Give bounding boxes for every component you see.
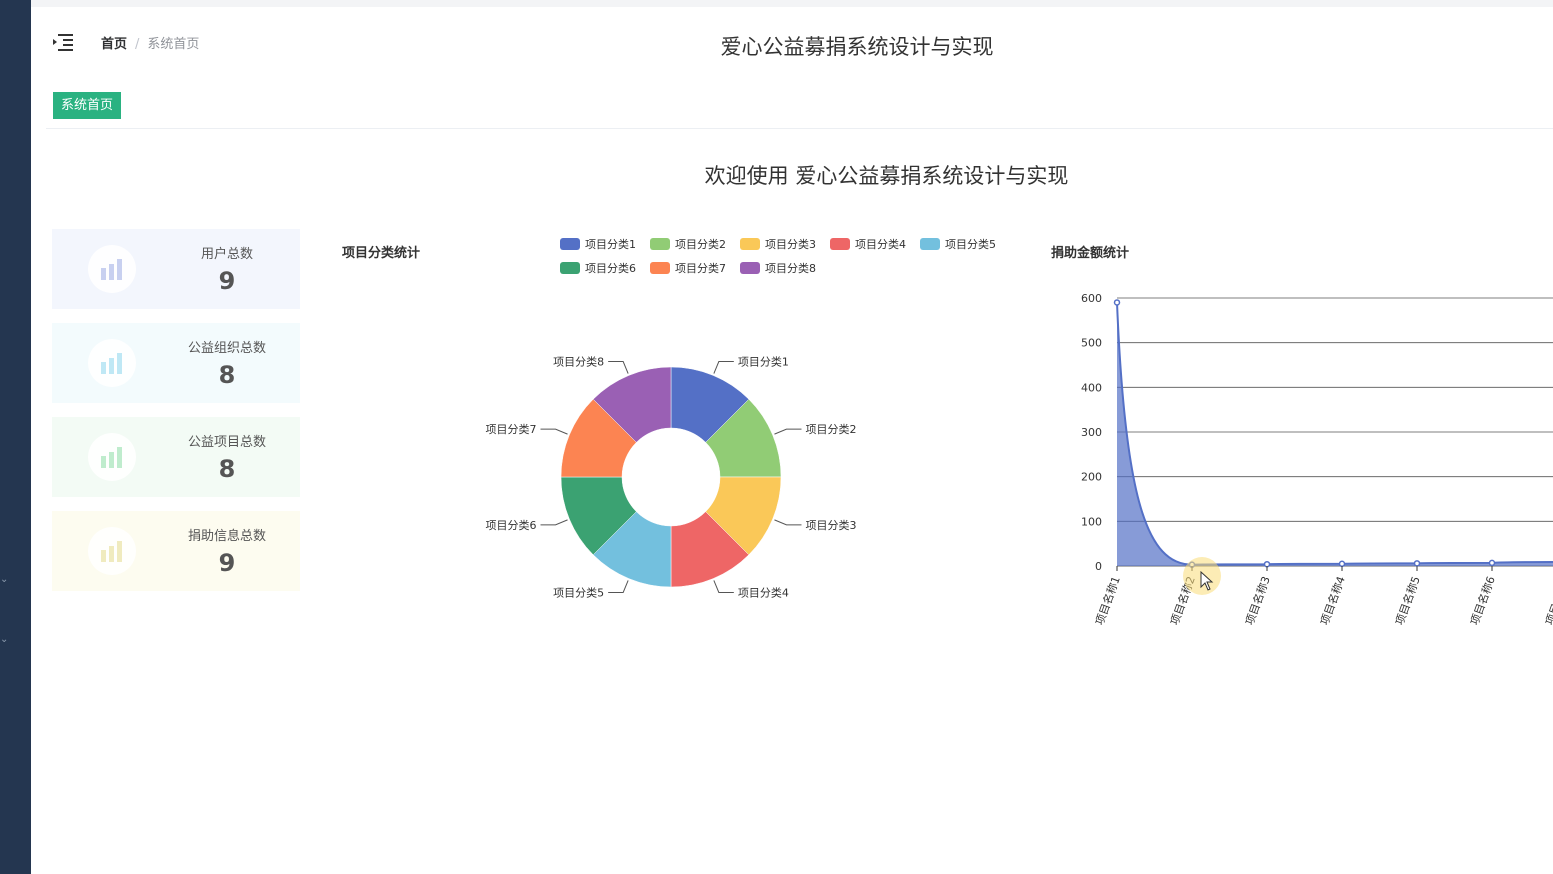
- pie-label-line: [608, 361, 629, 374]
- pie-label-line: [540, 519, 568, 526]
- area-chart: 0100200300400500600项目名称1 项目名称2 项目名称3 项目名称4 项…: [1081, 292, 1553, 627]
- cursor-icon: [1200, 571, 1214, 591]
- pie-label-line: [774, 428, 802, 435]
- pie-label-line: [713, 361, 734, 374]
- bar-chart-icon: [88, 527, 136, 575]
- x-tick-label: 项目名称6: [1467, 574, 1498, 627]
- legend-item[interactable]: 项目分类4: [830, 236, 906, 251]
- welcome-title: 欢迎使用 爱心公益募捐系统设计与实现: [704, 164, 1069, 188]
- legend-item[interactable]: 项目分类5: [920, 236, 996, 251]
- pie-label: 项目分类5: [553, 585, 604, 599]
- legend-label: 项目分类2: [675, 238, 726, 251]
- data-point[interactable]: [1413, 560, 1421, 567]
- stat-card: 公益项目总数 8: [52, 417, 300, 497]
- area-fill: [1117, 302, 1553, 566]
- pie-label: 项目分类7: [486, 422, 537, 436]
- stat-label: 公益项目总数: [187, 435, 266, 450]
- stat-value: 9: [218, 549, 236, 577]
- legend-label: 项目分类8: [765, 262, 816, 275]
- pie-label: 项目分类1: [738, 355, 789, 369]
- legend-swatch: [560, 262, 580, 274]
- bar-chart-icon: [88, 339, 136, 387]
- legend-item[interactable]: 项目分类1: [560, 236, 636, 251]
- legend-swatch: [650, 262, 670, 274]
- x-tick-label: 项目名称1: [1092, 574, 1123, 627]
- top-strip: [31, 0, 1553, 7]
- legend-label: 项目分类6: [585, 262, 636, 275]
- y-tick-label: 100: [1081, 515, 1102, 528]
- data-point[interactable]: [1113, 299, 1121, 306]
- stat-card: 捐助信息总数 9: [52, 511, 300, 591]
- pie-label: 项目分类2: [805, 422, 856, 436]
- divider: [46, 128, 1553, 129]
- data-point[interactable]: [1338, 560, 1346, 568]
- legend-swatch: [560, 238, 580, 250]
- stat-card: 用户总数 9: [52, 229, 300, 309]
- app-title: 爱心公益募捐系统设计与实现: [720, 35, 994, 59]
- pie-label-line: [774, 519, 802, 526]
- x-tick-label: 项目名称5: [1392, 574, 1423, 627]
- data-point[interactable]: [1488, 559, 1496, 567]
- y-tick-label: 400: [1081, 381, 1102, 394]
- y-tick-label: 600: [1081, 292, 1102, 305]
- pie-chart-title: 项目分类统计: [342, 246, 421, 261]
- pie-label: 项目分类6: [486, 518, 537, 532]
- stat-card: 公益组织总数 8: [52, 323, 300, 403]
- x-tick-label: 项目名称7: [1542, 574, 1553, 627]
- legend-item[interactable]: 项目分类7: [650, 260, 726, 275]
- bar-chart-icon: [88, 433, 136, 481]
- pie-chart: 项目分类1 项目分类2 项目分类3 项目分类4 项目分类5 项目分类6 项目分类7 项目分类8: [486, 355, 857, 600]
- legend-item[interactable]: 项目分类8: [740, 260, 816, 275]
- x-tick-label: 项目名称4: [1317, 574, 1348, 627]
- chevron-down-icon[interactable]: ⌄: [0, 635, 10, 645]
- legend-label: 项目分类4: [855, 238, 906, 251]
- line-chart-title: 捐助金额统计: [1051, 246, 1130, 261]
- stat-value: 8: [218, 361, 236, 389]
- legend-item[interactable]: 项目分类6: [560, 260, 636, 275]
- header: 首页 / 系统首页 爱心公益募捐系统设计与实现: [31, 7, 1553, 85]
- pie-label: 项目分类8: [553, 355, 604, 369]
- pie-label-line: [713, 580, 734, 593]
- legend-item[interactable]: 项目分类2: [650, 236, 726, 251]
- y-tick-label: 300: [1081, 426, 1102, 439]
- pie-label-line: [608, 580, 629, 593]
- pie-label: 项目分类3: [805, 518, 856, 532]
- stat-value: 8: [218, 455, 236, 483]
- legend-label: 项目分类5: [945, 238, 996, 251]
- y-tick-label: 500: [1081, 337, 1102, 350]
- pie-label: 项目分类4: [738, 585, 789, 599]
- legend-item[interactable]: 项目分类3: [740, 236, 816, 251]
- stat-label: 公益组织总数: [187, 341, 266, 356]
- legend-swatch: [740, 262, 760, 274]
- stat-label: 用户总数: [200, 247, 253, 262]
- series-line: [1116, 302, 1553, 566]
- legend-swatch: [830, 238, 850, 250]
- legend-swatch: [920, 238, 940, 250]
- legend-label: 项目分类3: [765, 238, 816, 251]
- x-tick-label: 项目名称3: [1242, 574, 1273, 627]
- legend-label: 项目分类7: [675, 262, 726, 275]
- stat-label: 捐助信息总数: [187, 529, 266, 544]
- y-tick-label: 200: [1081, 471, 1102, 484]
- bar-chart-icon: [88, 245, 136, 293]
- data-point[interactable]: [1263, 560, 1271, 568]
- stat-value: 9: [218, 267, 236, 295]
- legend-swatch: [650, 238, 670, 250]
- sidebar: ⌄ ⌄: [0, 0, 31, 874]
- pie-label-line: [540, 428, 568, 435]
- legend-label: 项目分类1: [585, 238, 636, 251]
- chevron-down-icon[interactable]: ⌄: [0, 575, 10, 585]
- legend-swatch: [740, 238, 760, 250]
- y-tick-label: 0: [1095, 560, 1102, 573]
- tab-home[interactable]: 系统首页: [53, 92, 122, 119]
